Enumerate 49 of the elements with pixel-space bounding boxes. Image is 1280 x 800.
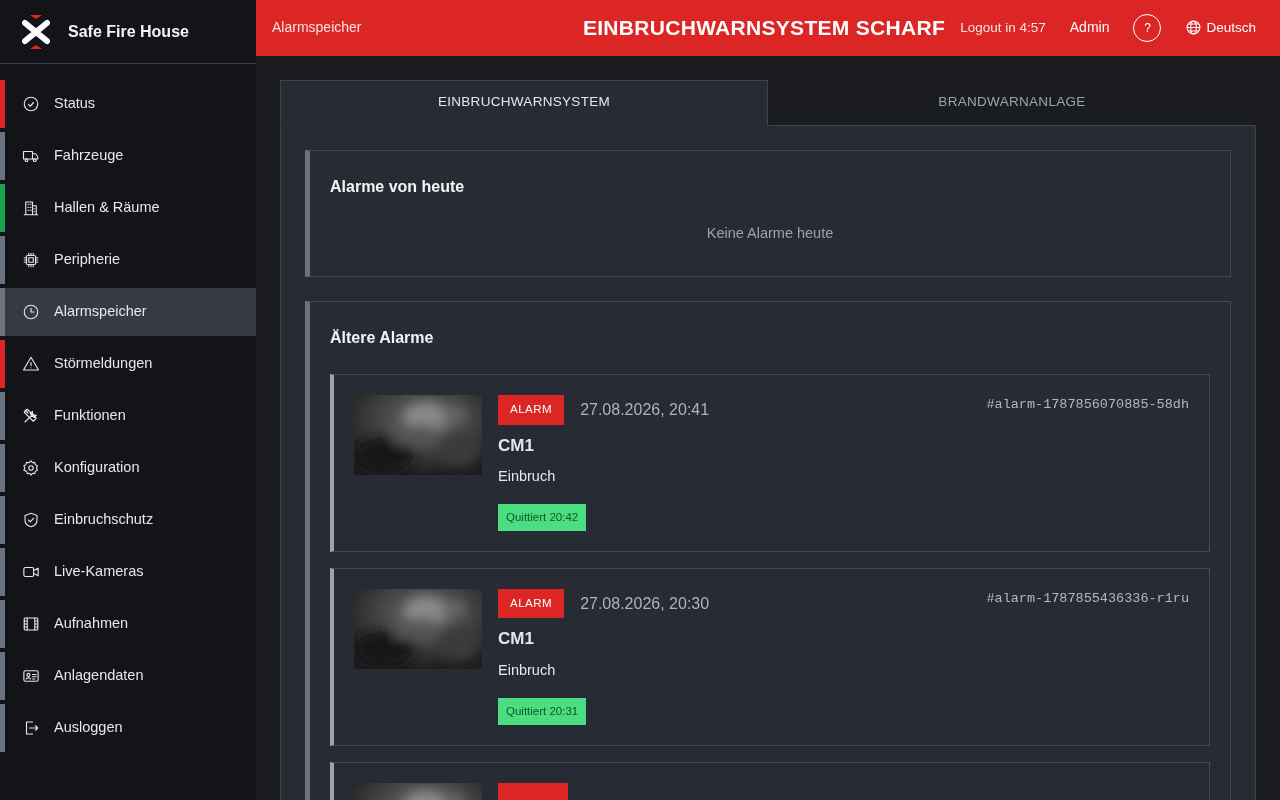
sidebar-item[interactable]: Fahrzeuge xyxy=(0,132,256,180)
logo-icon xyxy=(20,13,52,50)
alarm-badge: ALARM xyxy=(498,589,565,619)
alarm-source: CM1 xyxy=(498,434,535,457)
alarm-badge: ALARM xyxy=(498,395,565,425)
alarm-category: Einbruch xyxy=(498,660,557,680)
acknowledged-tag: Quittiert 20:31 xyxy=(498,697,587,725)
warning-icon xyxy=(22,355,40,373)
sidebar-item[interactable]: Anlagendaten xyxy=(0,652,256,700)
shield-icon xyxy=(22,511,40,529)
check-circle-icon xyxy=(22,95,40,113)
sidebar-item[interactable]: Hallen & Räume xyxy=(0,184,256,232)
alarm-datetime: 27.08.2026, 20:30 xyxy=(580,593,710,614)
alarm-id: #alarm-1787855436336-r1ru xyxy=(986,590,1189,609)
alarm-card[interactable]: ALARM 27.08.2026, 20:30 #alarm-1787855436336-r1ru CM1 Einbruch Quittiert 20:31 xyxy=(330,568,1210,746)
tools-icon xyxy=(22,407,40,425)
globe-icon xyxy=(1185,19,1203,37)
sidebar-item[interactable]: Einbruchschutz xyxy=(0,496,256,544)
sidebar-item[interactable]: Aufnahmen xyxy=(0,600,256,648)
sidebar-item[interactable]: Status xyxy=(0,80,256,128)
brand-name: Safe Fire House xyxy=(68,21,189,42)
alarm-datetime: 27.08.2026, 20:41 xyxy=(580,399,710,420)
chip-icon xyxy=(22,251,40,269)
alarm-id: #alarm-1787856070885-58dh xyxy=(986,396,1189,415)
alarm-source: CM1 xyxy=(498,628,535,651)
system-status: EINBRUCHWARNSYSTEM SCHARF xyxy=(582,15,946,41)
building-icon xyxy=(22,199,40,217)
clock-icon xyxy=(22,303,40,321)
section-title: Ältere Alarme xyxy=(330,328,435,349)
sidebar-item[interactable]: Störmeldungen xyxy=(0,340,256,388)
empty-message: Keine Alarme heute xyxy=(706,224,834,241)
acknowledged-tag: Quittiert 20:42 xyxy=(498,503,587,532)
alarm-card[interactable]: ALARM 27.08.2026, 20:41 #alarm-1787856070885-58dh CM1 Einbruch Quittiert 20:42 xyxy=(330,374,1210,553)
page-title: Alarmspeicher xyxy=(272,18,362,38)
section-title: Alarme von heute xyxy=(330,176,466,197)
logout-timer: Logout in 4:57 xyxy=(960,18,1046,37)
language-selector[interactable]: Deutsch xyxy=(1185,17,1256,38)
alarm-category: Einbruch xyxy=(498,467,557,487)
sidebar-item[interactable]: Konfiguration xyxy=(0,444,256,492)
tab[interactable]: BRANDWARNANLAGE xyxy=(768,79,1256,126)
settings-icon xyxy=(22,459,40,477)
sidebar-item[interactable]: Alarmspeicher xyxy=(0,288,256,336)
sidebar-item[interactable]: Funktionen xyxy=(0,392,256,440)
tab[interactable]: EINBRUCHWARNSYSTEM xyxy=(280,79,768,126)
id-card-icon xyxy=(22,667,40,685)
film-icon xyxy=(22,615,40,633)
user-link[interactable]: Admin xyxy=(1069,17,1110,39)
sidebar-item[interactable]: Ausloggen xyxy=(0,704,256,752)
sidebar-item[interactable]: Live-Kameras xyxy=(0,548,256,596)
